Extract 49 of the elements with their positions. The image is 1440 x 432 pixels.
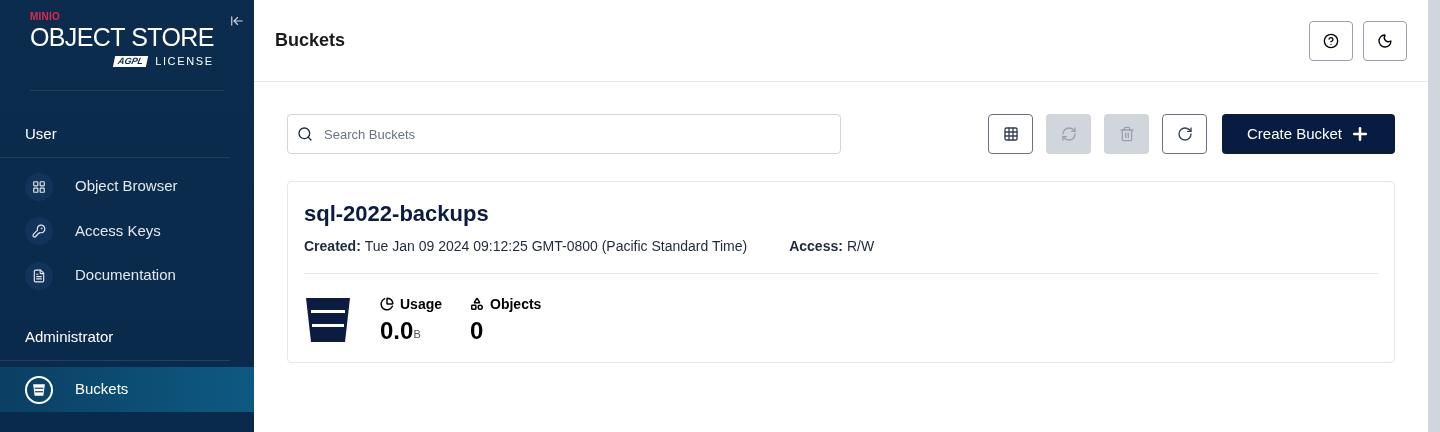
- sidebar-item[interactable]: Object Browser: [0, 164, 254, 209]
- usage-unit: B: [413, 328, 421, 342]
- theme-toggle-button[interactable]: [1363, 20, 1407, 61]
- toolbar-button[interactable]: [988, 114, 1033, 154]
- sidebar-item[interactable]: Access Keys: [0, 208, 254, 254]
- search-field[interactable]: Search Buckets: [287, 114, 841, 154]
- grid-icon: [32, 179, 46, 194]
- bucket-name: sql-2022-backups: [304, 200, 490, 228]
- bucket-icon: [32, 382, 46, 397]
- key-icon: [32, 224, 46, 238]
- sidebar-item-label: Access Keys: [75, 220, 161, 241]
- section-title: User: [0, 122, 230, 159]
- sidebar-item-label: Object Browser: [75, 176, 178, 197]
- help-icon: [1323, 32, 1339, 49]
- sidebar-item[interactable]: Documentation: [0, 253, 254, 298]
- trash-icon: [1118, 126, 1135, 142]
- page-title: Buckets: [275, 29, 346, 52]
- sidebar-item[interactable]: Buckets: [0, 367, 254, 412]
- collapse-icon: [230, 14, 244, 28]
- search-icon: [297, 126, 313, 142]
- brand-name: MINIO: [30, 12, 62, 22]
- access-value: R/W: [846, 236, 875, 256]
- toolbar-button[interactable]: [1162, 114, 1207, 154]
- created-label: Created:: [304, 236, 361, 256]
- bucket-card[interactable]: sql-2022-backups Created: Tue Jan 09 2024 09:12:25 GMT-0800 (Pacific Standard Time) Access: R/W Usage 0.0B Objects 0: [287, 181, 1395, 363]
- sidebar-item-label: Buckets: [75, 379, 129, 400]
- license-badge: AGPL: [112, 55, 149, 68]
- refresh-icon: [1176, 126, 1193, 142]
- plus-icon: [1350, 124, 1370, 144]
- usage-value: 0.0: [380, 318, 414, 343]
- sidebar-item-label: Documentation: [75, 265, 176, 286]
- objects-label: Objects: [490, 294, 542, 314]
- objects-value: 0: [470, 318, 485, 343]
- create-bucket-button[interactable]: Create Bucket: [1222, 114, 1395, 154]
- objects-icon: [470, 297, 485, 311]
- pie-chart-icon: [380, 297, 394, 311]
- product-name: OBJECT STORE: [30, 22, 214, 53]
- bucket-icon: [304, 295, 352, 344]
- sync-icon: [1060, 126, 1077, 142]
- usage-label: Usage: [400, 294, 443, 314]
- created-date: Tue Jan 09 2024 09:12:25 GMT-0800 (Pacific Standard Time): [364, 236, 748, 256]
- help-button[interactable]: [1309, 20, 1353, 61]
- moon-icon: [1377, 32, 1393, 49]
- document-icon: [32, 268, 46, 283]
- grid-icon: [1002, 126, 1019, 142]
- section-title: Administrator: [0, 325, 230, 362]
- scrollbar[interactable]: [1428, 0, 1440, 432]
- license-label: LICENSE: [155, 54, 214, 70]
- access-label: Access:: [789, 236, 843, 256]
